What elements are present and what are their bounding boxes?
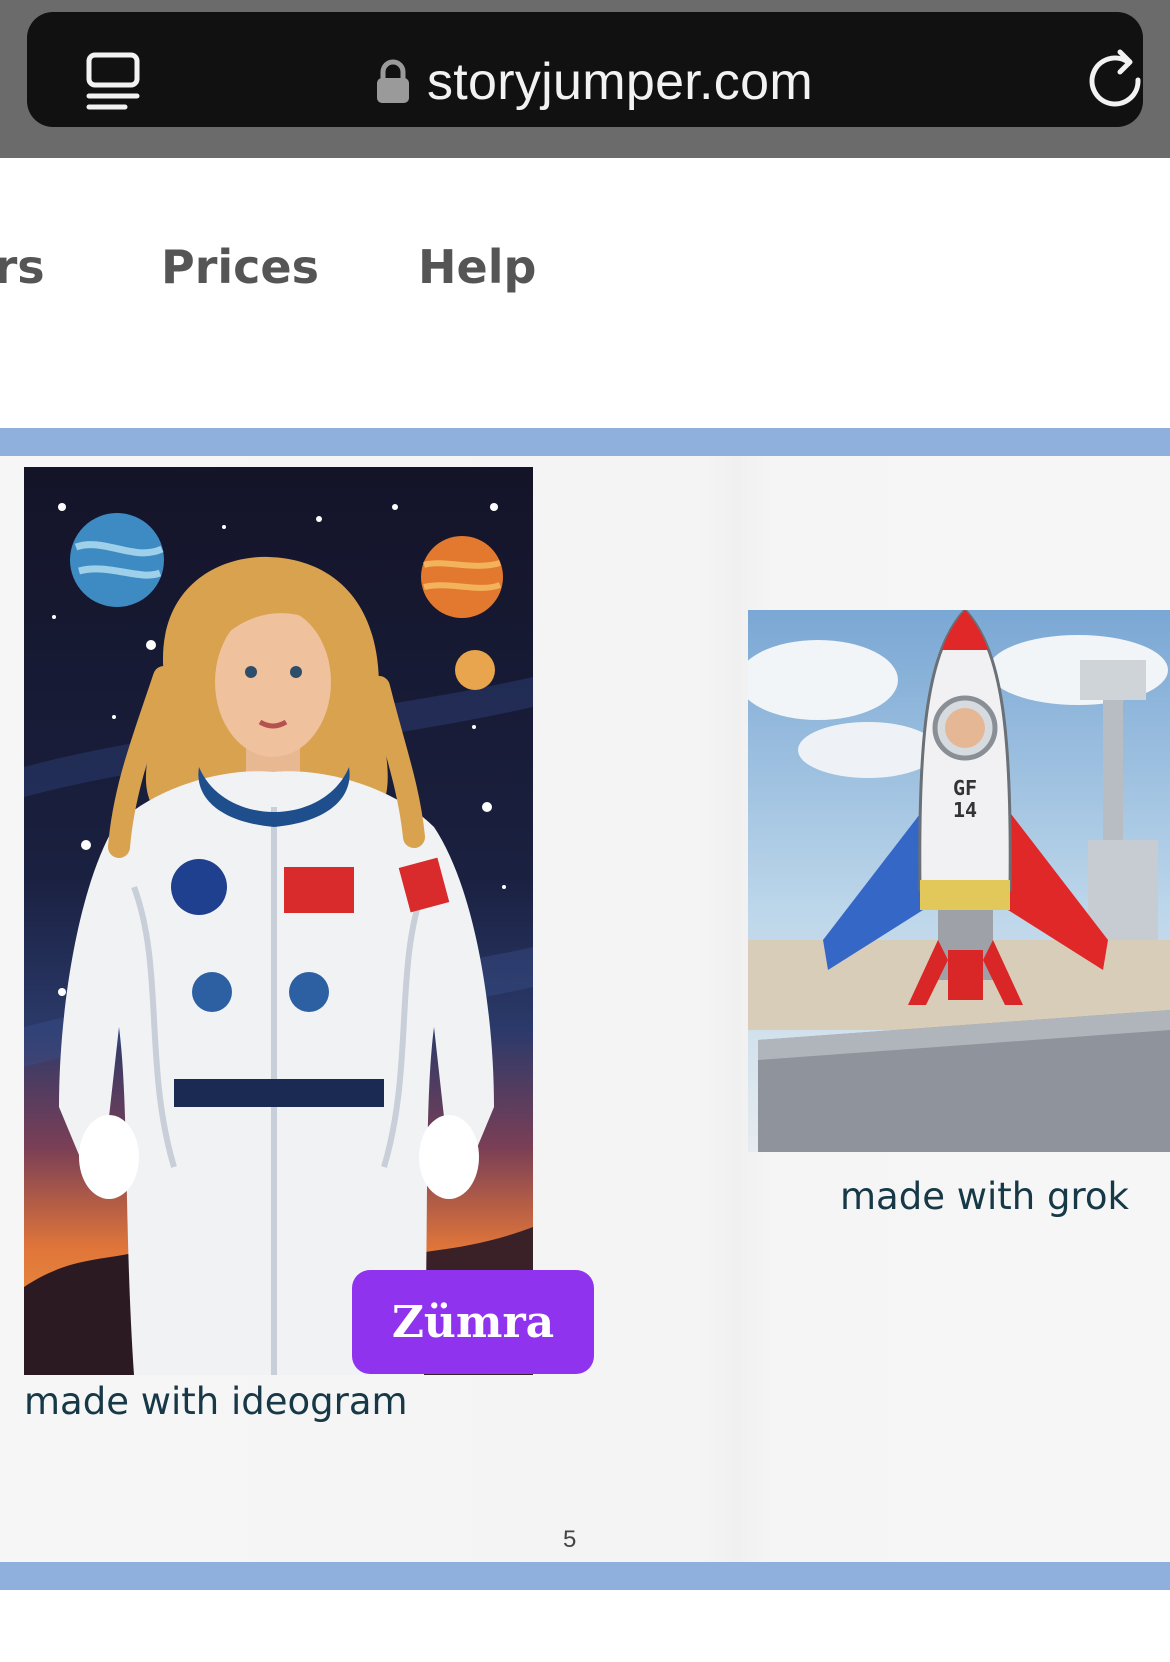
browser-toolbar: storyjumper.com (0, 0, 1170, 158)
caption-ideogram: made with ideogram (24, 1380, 408, 1423)
site-nav: ors Prices Help (0, 240, 1170, 320)
lock-icon (377, 59, 409, 103)
reload-icon[interactable] (1082, 46, 1148, 112)
tabs-icon[interactable] (85, 52, 143, 114)
rocket-label: GF (953, 776, 977, 800)
name-badge: Zümra (352, 1270, 594, 1374)
page-border-bottom (0, 1562, 1170, 1590)
url-text[interactable]: storyjumper.com (427, 50, 813, 114)
address-bar[interactable]: storyjumper.com (27, 12, 1143, 127)
nav-item-partial[interactable]: ors (0, 240, 45, 294)
page-number: 5 (563, 1526, 577, 1553)
page-border-top (0, 428, 1170, 456)
rocket-number: 14 (953, 798, 977, 822)
astronaut-illustration (24, 467, 533, 1375)
nav-item-prices[interactable]: Prices (161, 240, 319, 294)
nav-item-help[interactable]: Help (418, 240, 536, 294)
rocket-illustration: GF 14 (748, 610, 1170, 1152)
caption-grok: made with grok (840, 1175, 1129, 1218)
